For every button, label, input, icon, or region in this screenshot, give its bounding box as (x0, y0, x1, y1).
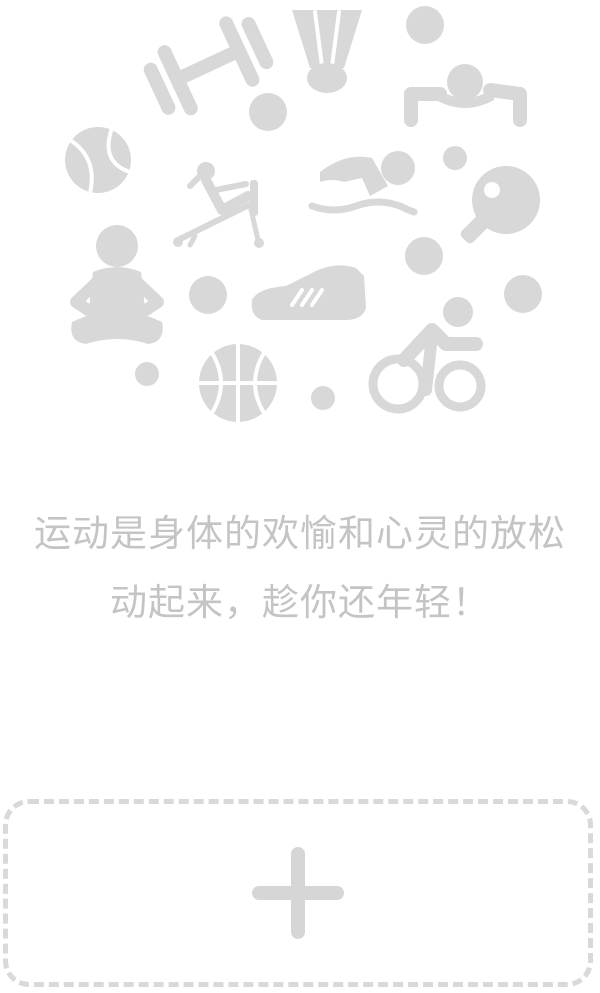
dot-icon (443, 146, 467, 170)
ping-pong-paddle-icon (460, 166, 540, 244)
plus-icon (252, 847, 344, 939)
dot-icon (249, 93, 287, 131)
sneaker-icon (251, 265, 366, 320)
tennis-ball-icon (65, 126, 132, 195)
basketball-icon (197, 342, 279, 424)
dot-icon (311, 386, 335, 410)
add-button[interactable] (3, 799, 593, 987)
cyclist-icon (368, 297, 486, 414)
sports-illustration (65, 6, 542, 424)
sit-up-bench-icon (173, 162, 264, 248)
dot-icon (135, 362, 159, 386)
swimmer-icon (308, 151, 418, 216)
slogan-line-2: 动起来，趁你还年轻！ (110, 581, 490, 624)
slogan-line-1: 运动是身体的欢愉和心灵的放松 (34, 512, 566, 555)
dot-icon (406, 6, 444, 44)
shuttlecock-icon (292, 10, 362, 93)
push-up-icon (404, 64, 527, 127)
dot-icon (405, 237, 443, 275)
dot-icon (504, 275, 542, 313)
dot-icon (189, 276, 227, 314)
yoga-icon (70, 225, 164, 344)
